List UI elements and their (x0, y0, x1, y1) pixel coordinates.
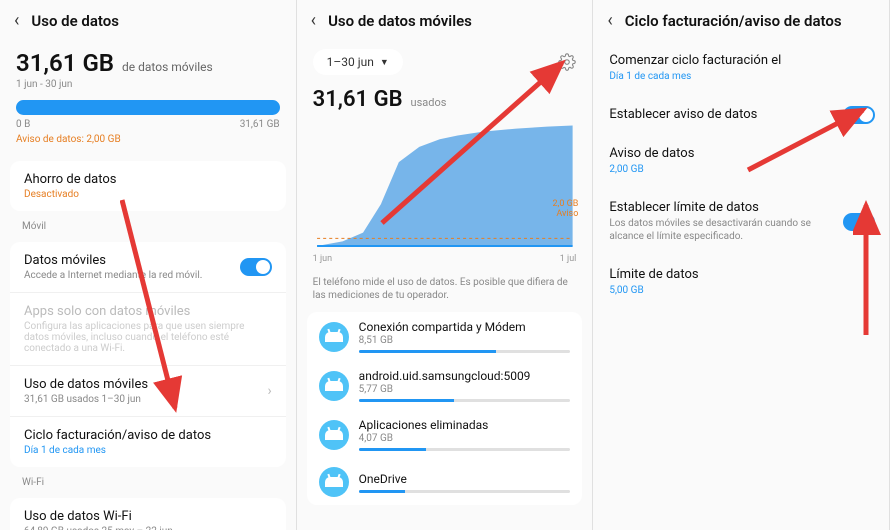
row-warning-value[interactable]: Aviso de datos 2,00 GB (593, 134, 889, 188)
row-mobile-usage[interactable]: Uso de datos móviles 31,61 GB usados 1–3… (10, 366, 286, 417)
app-row[interactable]: Aplicaciones eliminadas 4,07 GB (307, 410, 583, 459)
screen-billing-cycle: ‹ Ciclo facturación/aviso de datos Comen… (593, 0, 890, 530)
row-sub: Accede a Internet mediante la red móvil. (24, 270, 272, 281)
row-sub: Los datos móviles se desactivarán cuando… (609, 217, 873, 243)
app-progress-bar (359, 490, 571, 493)
screen-mobile-data-usage: ‹ Uso de datos móviles 1–30 jun ▼ 31,61 … (297, 0, 594, 530)
app-row[interactable]: OneDrive (307, 459, 583, 505)
android-icon (319, 420, 349, 450)
header: ‹ Ciclo facturación/aviso de datos (593, 0, 889, 41)
bar-start-label: 0 B (16, 119, 30, 130)
row-title: Apps solo con datos móviles (24, 304, 272, 319)
row-title: Uso de datos móviles (24, 377, 272, 392)
data-limit-toggle[interactable] (843, 213, 875, 231)
android-icon (319, 322, 349, 352)
back-icon[interactable]: ‹ (311, 10, 316, 31)
total-amount-label: usados (411, 96, 447, 109)
row-sub: Día 1 de cada mes (24, 445, 272, 456)
total-amount-label: de datos móviles (122, 60, 213, 74)
row-title: Establecer aviso de datos (609, 107, 873, 122)
chart-x-start: 1 jun (313, 254, 332, 264)
usage-progress-bar (16, 100, 280, 115)
app-size: 4,07 GB (359, 433, 571, 444)
usage-summary: 31,61 GB de datos móviles 1 jun - 30 jun… (0, 41, 296, 155)
row-title: Ciclo facturación/aviso de datos (24, 428, 272, 443)
row-set-warning[interactable]: Establecer aviso de datos (593, 95, 889, 134)
row-limit-value[interactable]: Límite de datos 5,00 GB (593, 255, 889, 309)
chart-warning-label: Aviso (552, 210, 578, 220)
row-apps-mobile-only: Apps solo con datos móviles Configura la… (10, 293, 286, 366)
date-range-value: 1–30 jun (327, 55, 374, 69)
screen-data-usage: ‹ Uso de datos 31,61 GB de datos móviles… (0, 0, 297, 530)
app-name: Aplicaciones eliminadas (359, 418, 571, 432)
row-set-limit[interactable]: Establecer límite de datos Los datos móv… (593, 188, 889, 255)
row-sub: 31,61 GB usados 1–30 jun (24, 394, 272, 405)
row-billing-cycle[interactable]: Ciclo facturación/aviso de datos Día 1 d… (10, 417, 286, 467)
section-label-mobile: Móvil (0, 217, 296, 236)
date-range-dropdown[interactable]: 1–30 jun ▼ (313, 49, 403, 75)
row-title: Aviso de datos (609, 146, 873, 161)
app-progress-bar (359, 350, 571, 353)
row-sub: Día 1 de cada mes (609, 70, 873, 83)
row-sub: Desactivado (24, 189, 272, 200)
row-mobile-data[interactable]: Datos móviles Accede a Internet mediante… (10, 242, 286, 293)
app-usage-list: Conexión compartida y Módem 8,51 GB andr… (307, 312, 583, 505)
chart-x-end: 1 jul (560, 254, 577, 264)
page-title: Ciclo facturación/aviso de datos (625, 12, 842, 30)
row-billing-start[interactable]: Comenzar ciclo facturación el Día 1 de c… (593, 41, 889, 95)
date-range-label: 1 jun - 30 jun (16, 79, 280, 90)
section-label-wifi: Wi-Fi (0, 473, 296, 492)
app-progress-bar (359, 399, 571, 402)
app-name: Conexión compartida y Módem (359, 320, 571, 334)
row-sub: 2,00 GB (609, 163, 873, 176)
measurement-note: El teléfono mide el uso de datos. Es pos… (297, 270, 593, 312)
app-progress-bar (359, 448, 571, 451)
data-warning-label: Aviso de datos: 2,00 GB (16, 134, 280, 145)
page-title: Uso de datos móviles (328, 12, 472, 30)
row-title: Establecer límite de datos (609, 200, 873, 215)
bar-end-label: 31,61 GB (240, 119, 280, 130)
total-amount: 31,61 GB (313, 87, 403, 112)
back-icon[interactable]: ‹ (607, 10, 612, 31)
app-name: OneDrive (359, 472, 571, 486)
app-size: 5,77 GB (359, 384, 571, 395)
row-title: Comenzar ciclo facturación el (609, 53, 873, 68)
row-sub: 64,89 GB usados 25 may – 22 jun (24, 526, 272, 530)
android-icon (319, 371, 349, 401)
row-title: Uso de datos Wi-Fi (24, 509, 272, 524)
row-title: Ahorro de datos (24, 172, 272, 187)
back-icon[interactable]: ‹ (14, 10, 19, 31)
data-warning-toggle[interactable] (843, 106, 875, 124)
mobile-data-toggle[interactable] (240, 258, 272, 276)
row-data-saver[interactable]: Ahorro de datos Desactivado (10, 161, 286, 211)
android-icon (319, 467, 349, 497)
page-title: Uso de datos (31, 12, 119, 30)
app-name: android.uid.samsungcloud:5009 (359, 369, 571, 383)
row-title: Límite de datos (609, 267, 873, 282)
gear-icon[interactable] (558, 53, 576, 71)
app-row[interactable]: Conexión compartida y Módem 8,51 GB (307, 312, 583, 361)
header: ‹ Uso de datos (0, 0, 296, 41)
row-wifi-usage[interactable]: Uso de datos Wi-Fi 64,89 GB usados 25 ma… (10, 498, 286, 530)
row-sub: Configura las aplicaciones para que usen… (24, 321, 272, 354)
total-amount: 31,61 GB (16, 49, 114, 77)
row-title: Datos móviles (24, 253, 272, 268)
app-row[interactable]: android.uid.samsungcloud:5009 5,77 GB (307, 361, 583, 410)
usage-chart: 2,0 GB Aviso (313, 120, 577, 250)
app-size: 8,51 GB (359, 335, 571, 346)
row-sub: 5,00 GB (609, 284, 873, 297)
header: ‹ Uso de datos móviles (297, 0, 593, 41)
caret-down-icon: ▼ (380, 57, 389, 68)
chevron-right-icon: › (267, 383, 271, 399)
